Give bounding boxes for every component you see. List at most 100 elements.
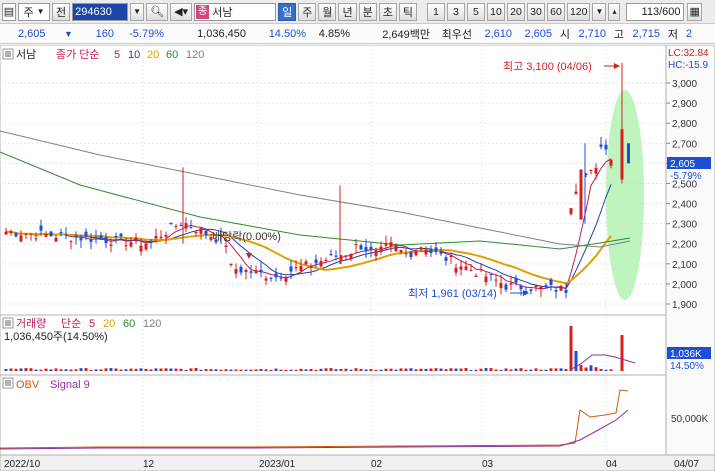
candle-body (49, 231, 53, 237)
chart-area[interactable]: 서남 종가 단순 5 10 20 60 120 LC:32.84 HC:-15.… (0, 44, 715, 471)
price-legend-name: 서남 (16, 48, 36, 61)
period-tab-year[interactable]: 년 (338, 2, 357, 21)
candle-body (304, 261, 308, 265)
period-label: 틱 (402, 6, 413, 19)
interval-button-60[interactable]: 60 (546, 2, 565, 21)
candle-body (559, 285, 563, 291)
volume-bar (609, 369, 613, 371)
candle-body (194, 231, 198, 234)
volume-bar (159, 368, 163, 371)
volume-bar (124, 369, 128, 371)
period-tab-minute[interactable]: 분 (358, 2, 377, 21)
candle-body (159, 236, 163, 239)
y-tick-label: 2,800 (672, 119, 697, 130)
interval-label: 30 (530, 5, 542, 18)
scroll-up-button[interactable]: ▴ (608, 2, 621, 21)
stock-name-field[interactable]: 종 서남 (194, 2, 277, 21)
volume-bar (84, 368, 88, 371)
volume-tag-value: 1,036K (670, 349, 702, 360)
volume-bar (524, 369, 528, 371)
candle-body (399, 250, 403, 253)
volume-bar (164, 368, 168, 371)
grid-settings-button[interactable]: ▦ (687, 2, 702, 21)
volume-bar (314, 369, 318, 371)
interval-button-30[interactable]: 30 (526, 2, 545, 21)
candle-body (314, 259, 318, 264)
volume-button[interactable]: ◀▾ (170, 2, 193, 21)
candle-body (384, 243, 388, 246)
ma-legend-60: 60 (166, 49, 178, 61)
lc-label: LC:32.84 (668, 48, 709, 59)
interval-button-1[interactable]: 1 (426, 2, 445, 21)
toolbar: ▤ 주 ▼ 전 294630 ▼ 🔍︎ ◀▾ 종 서남 일 주 월 년 분 초 … (0, 0, 715, 24)
volume-bar (499, 369, 503, 371)
ex-dividend-annotation: 배당락(0.00%) (212, 230, 281, 243)
price-panel[interactable] (0, 44, 667, 316)
volume-bar (269, 369, 273, 371)
period-tab-month[interactable]: 월 (318, 2, 337, 21)
search-button[interactable]: 🔍︎ (146, 2, 169, 21)
open-price: 2,710 (578, 27, 606, 40)
volume-bar (584, 367, 588, 371)
volume-bar (399, 368, 403, 371)
candle-body (149, 240, 153, 243)
candle-body (39, 225, 43, 231)
interval-button-20[interactable]: 20 (506, 2, 525, 21)
candle-body (414, 250, 418, 256)
candle-body (134, 237, 138, 242)
candle-body (69, 241, 73, 243)
interval-button-10[interactable]: 10 (486, 2, 505, 21)
volume-bar (484, 368, 488, 371)
period-label: 년 (342, 6, 353, 19)
ma-legend-120: 120 (186, 49, 204, 61)
candle-body (429, 249, 433, 253)
period-tab-week[interactable]: 주 (298, 2, 317, 21)
candle-body (254, 270, 258, 273)
data-count-field[interactable]: 113/600 (626, 2, 685, 21)
volume-bar (149, 369, 153, 371)
volume-bar (409, 368, 413, 371)
period-tab-second[interactable]: 초 (378, 2, 397, 21)
current-price: 2,605 (18, 27, 46, 40)
stock-code-input[interactable]: 294630 (72, 2, 129, 21)
interval-dropdown[interactable]: ▼ (592, 2, 607, 21)
candle-body (319, 261, 323, 267)
candle-body (514, 278, 518, 283)
volume-bar (144, 368, 148, 371)
candle-body (264, 278, 268, 281)
candle-body (54, 237, 58, 242)
candle-body (174, 226, 178, 228)
y-tick-label: 2,700 (672, 139, 697, 150)
candle-body (334, 255, 338, 257)
obv-panel[interactable] (0, 374, 667, 456)
vol-ma-legend-120: 120 (143, 318, 161, 330)
volume-bar (324, 368, 328, 371)
obv-legend: OBV (16, 379, 40, 391)
candle-body (544, 285, 548, 287)
interval-button-120[interactable]: 120 (566, 2, 591, 21)
candle-body (469, 270, 473, 272)
candle-body (19, 235, 23, 242)
period-tab-day[interactable]: 일 (278, 2, 297, 21)
type-select[interactable]: 주 ▼ (18, 2, 50, 21)
volume-bar (554, 368, 558, 371)
volume-panel[interactable] (0, 314, 667, 376)
candle-body (139, 245, 143, 252)
volume-bar (529, 369, 533, 371)
candle-body (459, 266, 463, 270)
grid-icon[interactable]: ▤ (2, 2, 16, 21)
interval-button-3[interactable]: 3 (446, 2, 465, 21)
volume-bar (464, 368, 468, 371)
high-price: 2,715 (632, 27, 660, 40)
candle-body (349, 254, 353, 259)
candle-body (154, 235, 158, 239)
candle-body (24, 233, 28, 236)
dropdown-button[interactable]: ▼ (130, 2, 145, 21)
period-tab-tick[interactable]: 틱 (398, 2, 417, 21)
volume-bar (334, 369, 338, 371)
x-axis-label: 04/07 (674, 459, 699, 470)
candle-body (114, 236, 118, 238)
interval-button-5[interactable]: 5 (466, 2, 485, 21)
stock-chart[interactable]: 서남 종가 단순 5 10 20 60 120 LC:32.84 HC:-15.… (0, 44, 715, 471)
jeon-button[interactable]: 전 (52, 2, 71, 21)
